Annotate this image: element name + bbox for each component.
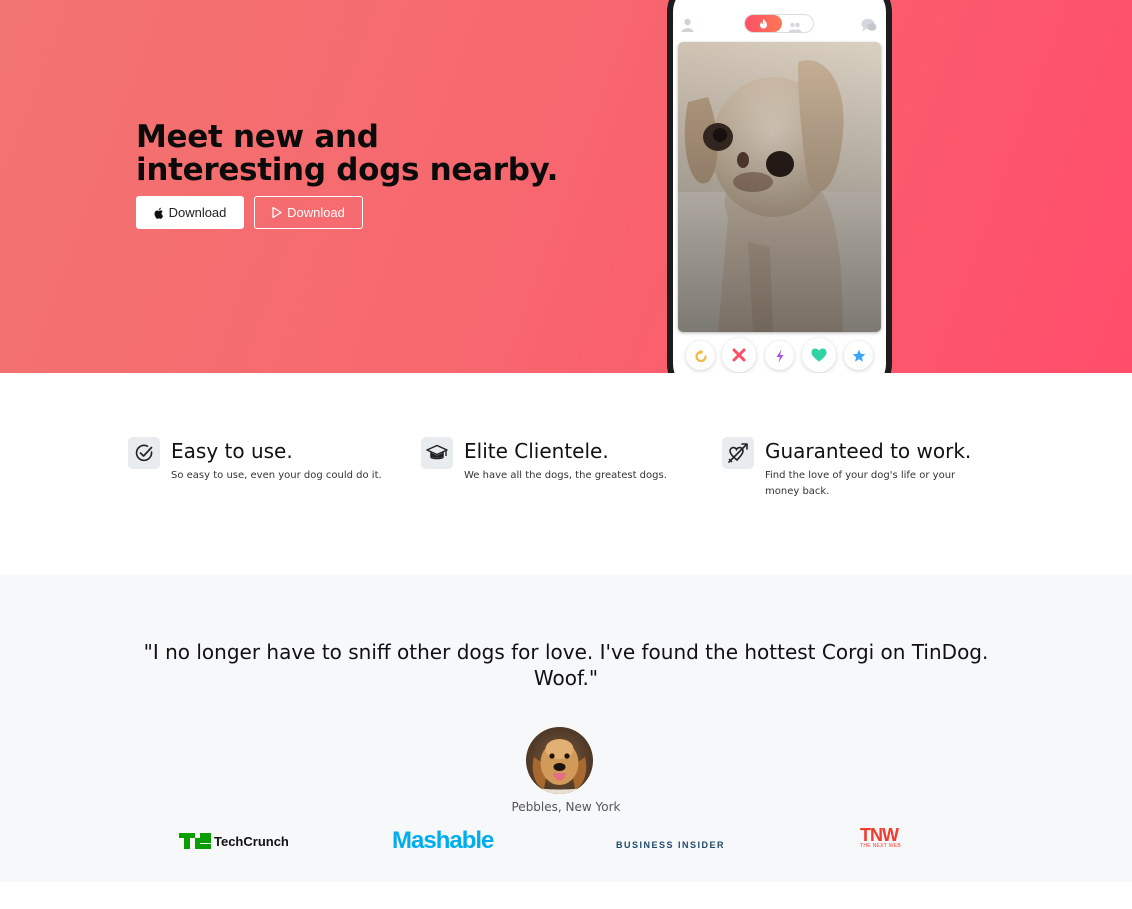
hero-section: Meet new and interesting dogs nearby. Do… — [0, 0, 1132, 373]
techcrunch-mark-icon — [179, 833, 211, 849]
google-play-download-label: Download — [287, 205, 345, 220]
business-insider-logo: BUSINESS INSIDER — [616, 833, 725, 852]
tnw-logo: TNW THE NEXT WEB — [860, 825, 902, 849]
testimonial-section: "I no longer have to sniff other dogs fo… — [0, 575, 1132, 882]
boost-icon[interactable] — [765, 341, 794, 370]
phone-app-header — [673, 0, 886, 36]
tnw-subtitle: THE NEXT WEB — [860, 843, 902, 849]
avatar — [526, 727, 593, 794]
google-play-download-button[interactable]: Download — [254, 196, 363, 229]
graduation-cap-icon — [421, 437, 453, 469]
mode-toggle[interactable] — [744, 14, 814, 33]
phone-screen — [673, 0, 886, 373]
heart-arrow-icon — [722, 437, 754, 469]
like-icon[interactable] — [802, 338, 836, 372]
hero-title: Meet new and interesting dogs nearby. — [136, 119, 559, 188]
business-insider-wordmark: BUSINESS INSIDER — [616, 840, 726, 850]
apple-download-button[interactable]: Download — [136, 196, 244, 229]
mashable-wordmark: Mashable — [392, 827, 494, 854]
techcrunch-logo: TechCrunch — [179, 827, 289, 851]
people-icon — [788, 18, 802, 37]
testimonial-quote: "I no longer have to sniff other dogs fo… — [143, 640, 989, 690]
apple-download-label: Download — [168, 205, 227, 220]
google-play-icon — [272, 207, 282, 218]
rewind-icon[interactable] — [686, 341, 715, 370]
super-like-icon[interactable] — [844, 341, 873, 370]
feature-title: Guaranteed to work. — [765, 439, 972, 463]
feature-title: Elite Clientele. — [464, 439, 609, 463]
techcrunch-wordmark: TechCrunch — [214, 833, 289, 849]
feature-title: Easy to use. — [171, 439, 293, 463]
feature-text: We have all the dogs, the greatest dogs. — [464, 470, 667, 481]
feature-text: So easy to use, even your dog could do i… — [171, 470, 382, 481]
user-icon — [681, 17, 694, 36]
dog-profile-photo[interactable] — [678, 42, 881, 332]
flame-icon — [745, 15, 782, 32]
tnw-wordmark: TNW — [860, 825, 899, 845]
check-circle-icon — [128, 437, 160, 469]
nope-icon[interactable] — [722, 338, 756, 372]
phone-mockup — [667, 0, 892, 373]
mashable-logo: Mashable — [392, 827, 494, 855]
features-section: Easy to use. So easy to use, even your d… — [0, 373, 1132, 575]
chat-icon — [861, 17, 877, 36]
phone-action-bar — [673, 336, 886, 373]
feature-text: Find the love of your dog's life or your… — [765, 470, 956, 497]
testimonial-author: Pebbles, New York — [511, 800, 621, 814]
apple-icon — [154, 207, 164, 219]
